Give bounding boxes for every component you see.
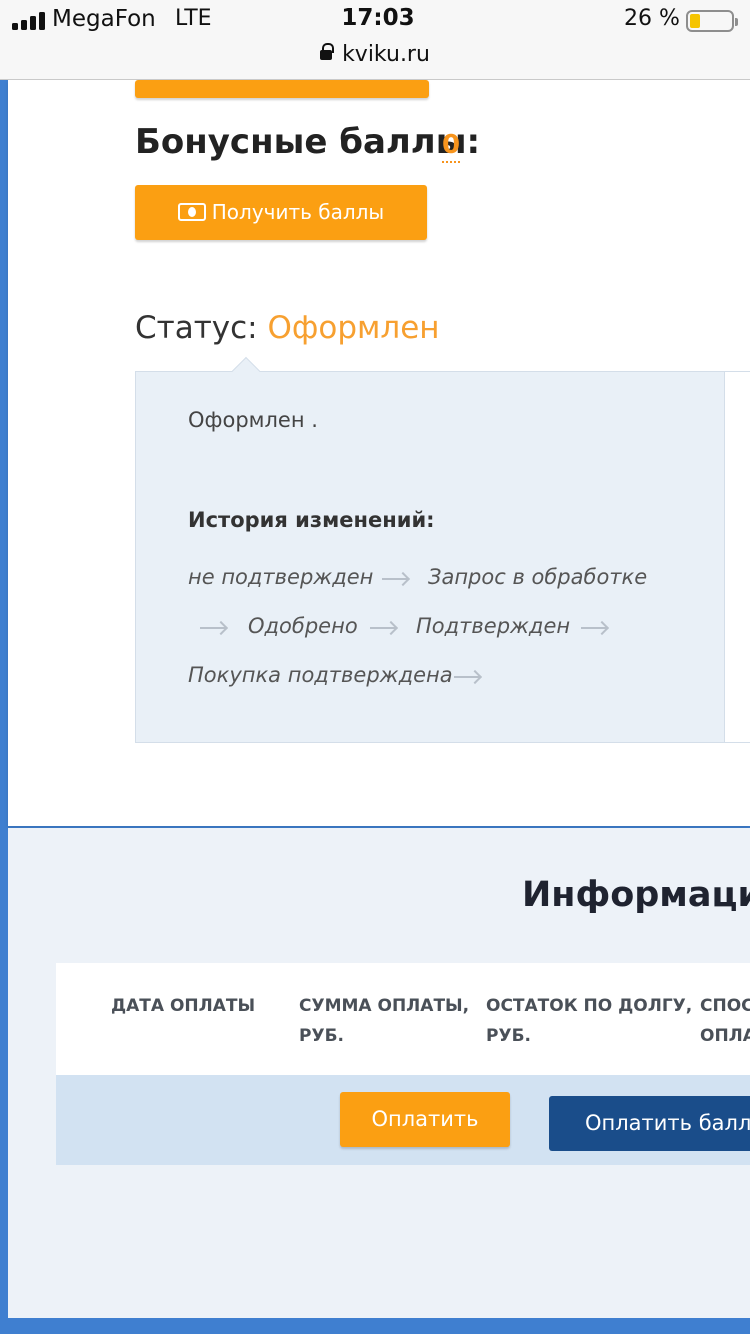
address-bar[interactable]: kviku.ru: [0, 42, 750, 67]
arrow-right-icon: [581, 627, 607, 629]
url-text: kviku.ru: [342, 42, 430, 67]
column-header-method: СПОСООПЛА: [700, 996, 750, 1046]
money-icon: [177, 203, 206, 221]
payments-table: ДАТА ОПЛАТЫ СУММА ОПЛАТЫ, РУБ. ОСТАТОК ПО…: [56, 963, 750, 1165]
bonus-value[interactable]: 0: [442, 129, 461, 163]
battery-icon: [686, 10, 738, 32]
pay-with-points-button[interactable]: Оплатить балла: [549, 1096, 750, 1151]
status-bar: MegaFon LTE 17:03 26 % kviku.ru: [0, 0, 750, 80]
pay-button[interactable]: Оплатить: [340, 1092, 510, 1147]
arrow-right-icon: [200, 627, 226, 629]
battery-percent: 26 %: [624, 6, 680, 31]
arrow-right-icon: [382, 578, 408, 580]
column-header-date: ДАТА ОПЛАТЫ: [111, 996, 256, 1016]
lock-icon: [320, 43, 335, 60]
history-item: не подтвержден: [188, 565, 374, 589]
history-item: Запрос в обработке: [428, 565, 648, 589]
status-heading: Статус: Оформлен: [135, 310, 440, 346]
info-title: Информация: [522, 875, 750, 915]
bonus-title: Бонусные баллы:: [135, 122, 481, 162]
table-actions: Оплатить Оплатить балла: [56, 1075, 750, 1165]
top-action-button[interactable]: [135, 80, 429, 98]
history-item: Одобрено: [248, 614, 358, 638]
get-points-button[interactable]: Получить баллы: [135, 185, 427, 240]
history-title: История изменений:: [188, 508, 435, 532]
arrow-right-icon: [454, 676, 480, 678]
history-item: Покупка подтверждена: [188, 663, 453, 687]
column-header-amount: СУММА ОПЛАТЫ, РУБ.: [299, 996, 470, 1046]
status-description: Оформлен .: [188, 408, 318, 432]
status-label: Статус:: [135, 310, 258, 346]
arrow-right-icon: [370, 627, 396, 629]
column-header-balance: ОСТАТОК ПО ДОЛГУ, РУБ.: [486, 996, 693, 1046]
status-value: Оформлен: [267, 310, 440, 346]
status-details-box: Оформлен . История изменений: не подтвер…: [135, 356, 725, 743]
history-item: Подтвержден: [416, 614, 571, 638]
get-points-label: Получить баллы: [211, 200, 385, 224]
